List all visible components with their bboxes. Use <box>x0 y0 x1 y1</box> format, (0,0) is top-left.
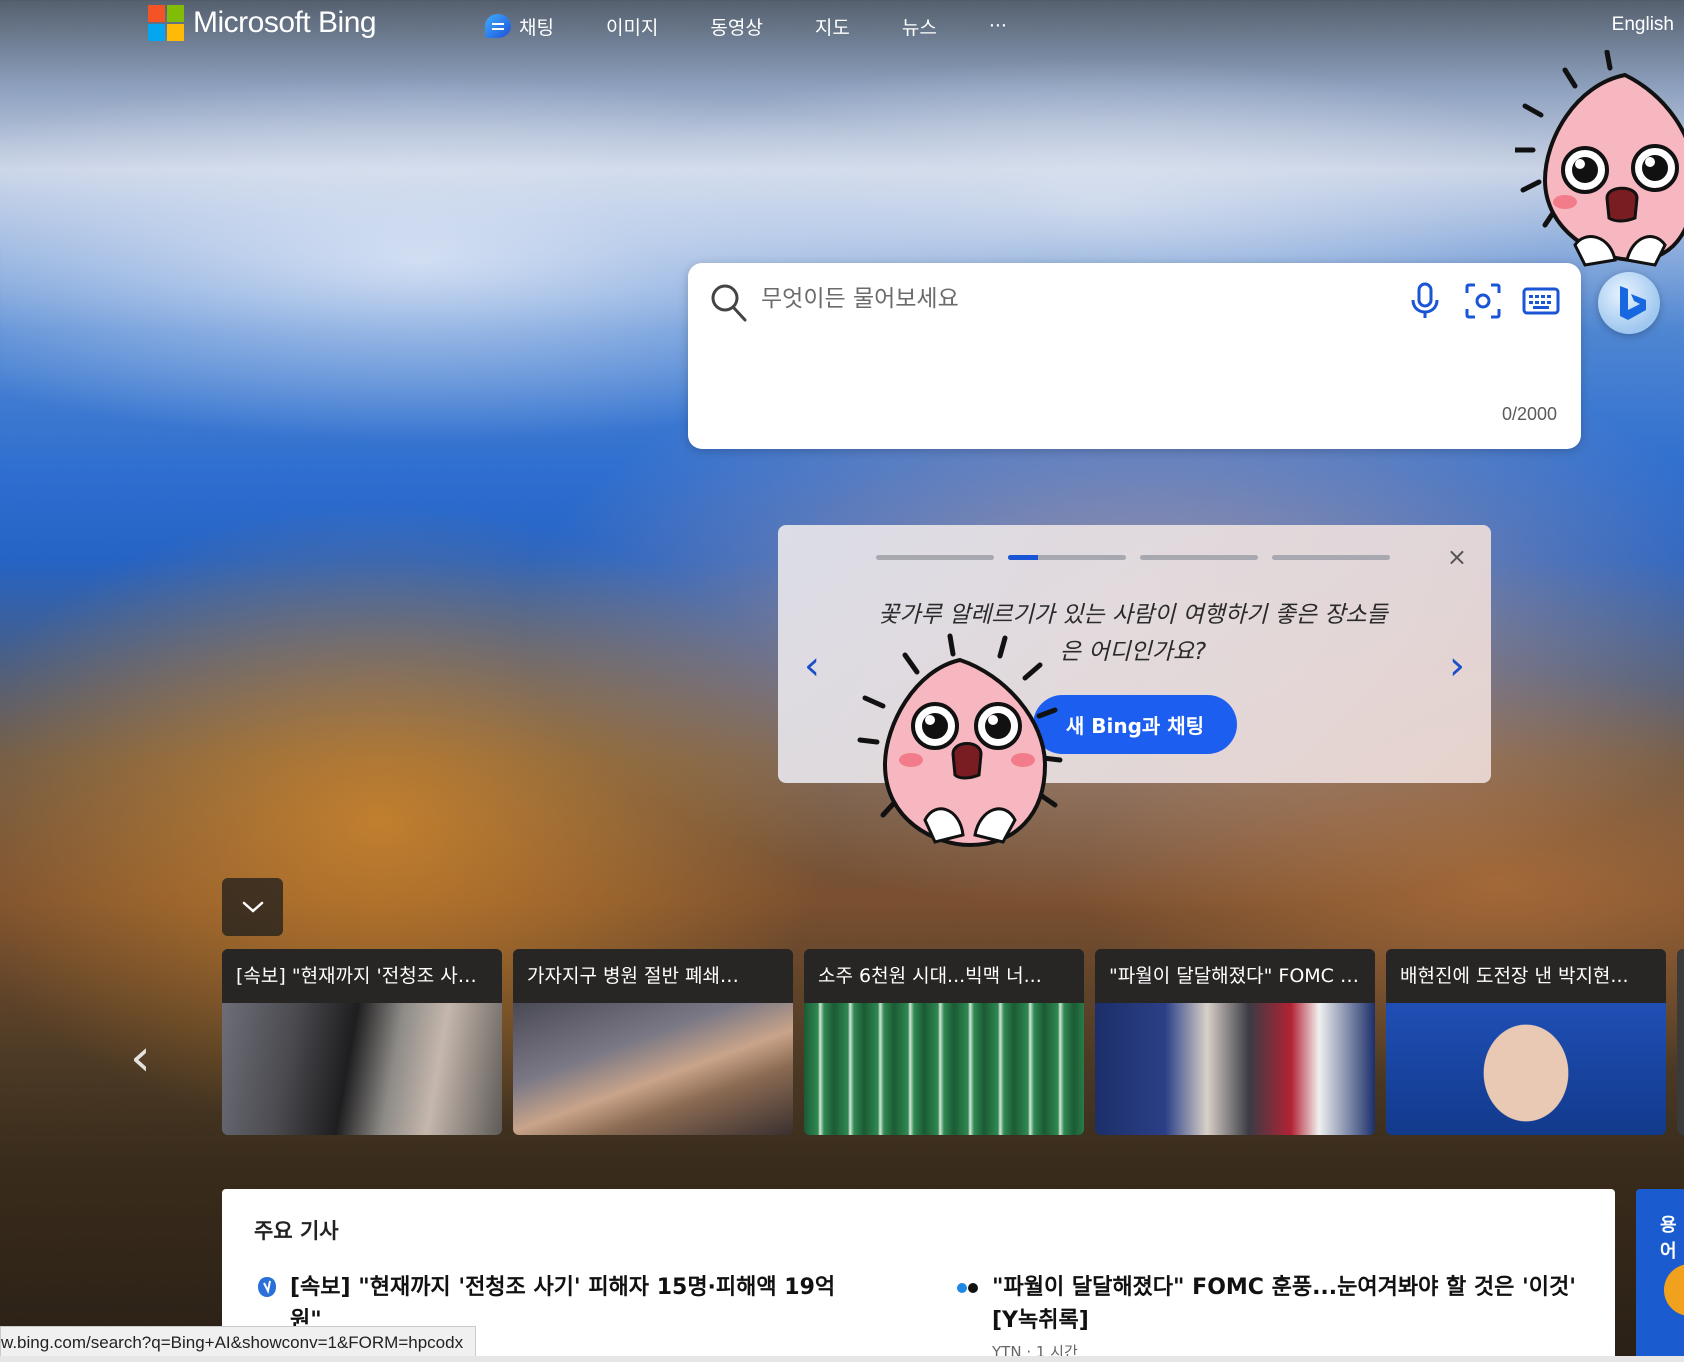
news-card-image <box>1095 1003 1375 1135</box>
progress-step[interactable] <box>1008 555 1126 560</box>
section-title: 주요 기사 <box>254 1219 339 1243</box>
nav-more[interactable]: ··· <box>989 10 1007 42</box>
nav-more-label: ··· <box>988 15 1007 37</box>
news-card[interactable]: 배현진에 도전장 낸 박지현... <box>1386 949 1666 1135</box>
search-tools <box>1405 281 1561 321</box>
page-bottom-edge <box>0 1356 1684 1362</box>
news-card-image <box>1386 1003 1666 1135</box>
visual-search-icon[interactable] <box>1463 281 1503 321</box>
news-card[interactable]: [속보] "현재까지 '전청조 사기' 피해자 15명·피해액 19억원" <box>222 949 502 1135</box>
bing-b-icon <box>1620 286 1646 320</box>
article-headline: "파월이 달달해졌다" FOMC 훈풍...눈여겨봐야 할 것은 '이것' [Y… <box>992 1275 1576 1333</box>
close-icon[interactable]: × <box>1447 543 1467 571</box>
carousel-prev-icon[interactable]: ‹ <box>130 1028 151 1088</box>
char-counter: 0/2000 <box>1501 404 1557 424</box>
publisher-logo-icon <box>258 1277 276 1297</box>
nav-videos-label: 동영상 <box>710 16 763 39</box>
news-card-image <box>804 1003 1084 1135</box>
brand-name: Microsoft Bing <box>193 6 377 39</box>
collapse-feed-button[interactable] <box>222 878 283 936</box>
weather-sun-icon <box>1664 1264 1684 1316</box>
news-card-image <box>222 1003 502 1135</box>
bing-chat-button[interactable] <box>1598 272 1660 334</box>
news-card-title: "파월이 달달해졌다" FOMC 훈풍 <box>1095 949 1375 1003</box>
news-card[interactable]: 소주 6천원 시대...빅맥 너... <box>804 949 1084 1135</box>
nav-chat-label: 채팅 <box>519 16 554 39</box>
news-card-title: [속보] "현재까지 '전청조 사기' 피해자 15명·피해액 19억원" <box>222 949 502 1003</box>
main-nav: 채팅 이미지 동영상 지도 뉴스 ··· <box>485 10 1059 42</box>
chat-bubble-icon <box>485 14 511 38</box>
chevron-down-icon <box>242 901 263 913</box>
status-url-bar: w.bing.com/search?q=Bing+AI&showconv=1&F… <box>0 1326 477 1360</box>
article-item[interactable]: "파월이 달달해졌다" FOMC 훈풍...눈여겨봐야 할 것은 '이것' [Y… <box>956 1271 1576 1362</box>
progress-fill <box>1008 555 1038 560</box>
nav-videos[interactable]: 동영상 <box>710 10 762 42</box>
microsoft-logo-icon <box>148 5 184 41</box>
news-card-title: 배현진에 도전장 낸 박지현... <box>1386 949 1666 1003</box>
peach-sticker-center <box>857 633 1063 848</box>
search-icon <box>710 283 748 327</box>
progress-step[interactable] <box>1272 555 1390 560</box>
news-card-image <box>1677 949 1684 1135</box>
carousel-progress <box>876 555 1390 560</box>
search-input[interactable] <box>759 285 1363 313</box>
publisher-logo-icon <box>957 1283 978 1293</box>
top-bar: Microsoft Bing 채팅 이미지 동영상 지도 뉴스 ··· Engl… <box>0 0 1684 56</box>
nav-news[interactable]: 뉴스 <box>902 10 937 42</box>
language-switch[interactable]: English <box>1612 14 1674 36</box>
news-card-title: 가자지구 병원 절반 폐쇄… <box>513 949 793 1003</box>
peach-sticker-top <box>1515 50 1684 267</box>
nav-images-label: 이미지 <box>605 16 659 39</box>
chevron-right-icon[interactable]: › <box>1449 643 1465 689</box>
news-card[interactable] <box>1677 949 1684 1135</box>
nav-chat[interactable]: 채팅 <box>485 10 554 42</box>
progress-step[interactable] <box>1140 555 1258 560</box>
nav-maps[interactable]: 지도 <box>815 10 850 42</box>
search-box: 0/2000 <box>688 263 1581 449</box>
progress-step[interactable] <box>876 555 994 560</box>
keyboard-icon[interactable] <box>1521 281 1561 321</box>
news-carousel: [속보] "현재까지 '전청조 사기' 피해자 15명·피해액 19억원" 가자… <box>222 949 1684 1135</box>
nav-images[interactable]: 이미지 <box>606 10 658 42</box>
chevron-left-icon[interactable]: ‹ <box>804 643 820 689</box>
news-card-image <box>513 1003 793 1135</box>
bing-logo[interactable]: Microsoft Bing <box>148 5 377 41</box>
news-card-title: 소주 6천원 시대...빅맥 너... <box>804 949 1084 1003</box>
side-widget[interactable]: 용어 <box>1636 1189 1684 1362</box>
nav-maps-label: 지도 <box>814 16 850 39</box>
side-widget-label: 용어 <box>1660 1215 1677 1262</box>
nav-news-label: 뉴스 <box>901 16 937 39</box>
news-card[interactable]: 가자지구 병원 절반 폐쇄… <box>513 949 793 1135</box>
microphone-icon[interactable] <box>1405 281 1445 321</box>
news-card[interactable]: "파월이 달달해졌다" FOMC 훈풍 <box>1095 949 1375 1135</box>
